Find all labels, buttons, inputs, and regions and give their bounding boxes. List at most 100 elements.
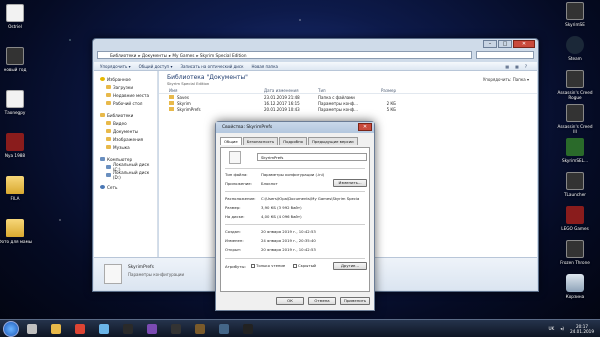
desktop-icon[interactable]: Корзина [556,274,594,299]
nav-item-label: Компьютер [107,156,133,162]
desktop-icon[interactable]: новый год [0,47,34,72]
toolbar-button[interactable]: Общий доступ ▾ [139,64,173,69]
nav-item-label: Недавние места [113,92,150,98]
taskbar-app-button[interactable] [165,321,187,336]
desktop-icon[interactable]: Фото для мамы [0,219,34,244]
nav-item-label: Документы [113,128,139,134]
tab-previous-versions[interactable]: Предыдущие версии [307,137,358,145]
desktop-icon[interactable]: Assassin's Creed Rogue [556,70,594,100]
label-location: Расположение: [225,196,256,201]
desktop-icon[interactable]: FILA [0,176,34,201]
desktop-icon[interactable]: TLauncher [556,172,594,197]
folder-icon [106,93,111,97]
start-button[interactable] [3,320,19,337]
green-icon [566,138,584,156]
app-icon [147,323,157,334]
app-icon [99,323,109,334]
minimize-button[interactable]: – [483,40,497,48]
file-size: 2 КБ [386,100,396,106]
maximize-button[interactable]: □ [498,40,512,48]
tab-security[interactable]: Безопасность [242,137,279,145]
desktop-icon[interactable]: Assassin's Creed III [556,104,594,134]
column-type[interactable]: Тип [318,88,366,93]
nav-item[interactable]: Избранное [94,75,157,83]
column-date[interactable]: Дата изменения [264,88,318,93]
nav-item[interactable]: Сеть [94,183,157,191]
breadcrumb-item[interactable]: ▸ Skyrim Special Edition [196,53,246,58]
taskbar-app-button[interactable] [69,321,91,336]
tab-details[interactable]: Подробно [279,137,307,145]
desktop-icon[interactable]: Steam [556,36,594,61]
apply-button[interactable]: Применить [340,297,370,305]
toolbar-button[interactable]: Записать на оптический диск [180,64,243,69]
desktop-icon[interactable]: LEGO Games [556,206,594,231]
desktop-icon[interactable]: SkyrimSE [556,2,594,27]
tab-general[interactable]: Общие [220,137,242,145]
column-name[interactable]: Имя [169,88,264,93]
column-size[interactable]: Размер [366,88,396,93]
nav-item[interactable]: Недавние места [94,91,157,99]
nav-item[interactable]: Изображения [94,135,157,143]
app-icon [219,323,229,334]
cancel-button[interactable]: Отмена [308,297,336,305]
app-icon [171,323,181,334]
taskbar-app-button[interactable] [21,321,43,336]
filename-input[interactable]: SkyrimPrefs [257,153,367,161]
help-icon[interactable]: ? [525,64,527,69]
ok-button[interactable]: ОК [276,297,304,305]
nav-item[interactable]: Музыка [94,143,157,151]
divider [225,191,365,192]
window-controls: – □ ✕ [483,40,535,48]
clock[interactable]: 20:17 24.01.2019 [570,324,594,334]
hidden-checkbox[interactable]: Скрытый [293,263,316,268]
divider [225,224,365,225]
folder-icon [106,137,111,141]
desktop-icon[interactable]: Nya 1988 [0,133,34,158]
file-list: Saves 23.01.2019 21:48 Папка с файлами Skyr… [159,94,537,112]
breadcrumb-item[interactable]: Библиотеки [110,53,136,58]
desktop-icon-label: TLauncher [563,192,587,197]
breadcrumb-item[interactable]: ▸ My Games [169,53,195,58]
desktop-icon-label: SkyrimSEL... [561,158,588,163]
toolbar-button[interactable]: Упорядочить ▾ [100,64,131,69]
nav-item[interactable]: Рабочий стол [94,99,157,107]
taskbar-app-button[interactable] [213,321,235,336]
desktop-icon[interactable]: SkyrimSEL... [556,138,594,163]
nav-item[interactable]: Библиотеки [94,111,157,119]
taskbar-app-button[interactable] [237,321,259,336]
nav-item[interactable]: Документы [94,127,157,135]
close-button[interactable]: ✕ [513,40,535,48]
breadcrumb-item[interactable]: ▸ Документы [138,53,167,58]
star-icon [100,77,105,81]
language-indicator[interactable]: UK [548,326,554,331]
desktop-icon[interactable]: Frozen Throne [556,240,594,265]
desktop-icon[interactable]: Таоnegpy [0,90,34,115]
doc-icon [6,4,24,22]
arrange-by-button[interactable]: Упорядочить: Папка ▾ [483,77,529,82]
change-button[interactable]: Изменить... [333,179,367,187]
app-icon [243,323,253,334]
taskbar-app-button[interactable] [45,321,67,336]
file-row[interactable]: SkyrimPrefs 20.01.2019 10:43 Параметры кон… [159,106,537,112]
label-application: Приложение: [225,181,252,186]
nav-item[interactable]: Загрузки [94,83,157,91]
search-input[interactable] [476,51,534,59]
preview-pane-icon[interactable]: ▦ [515,64,519,69]
other-attributes-button[interactable]: Другие... [333,262,367,270]
taskbar-app-button[interactable] [93,321,115,336]
volume-icon[interactable]: ◂) [560,326,564,331]
toolbar-button[interactable]: Новая папка [252,64,279,69]
address-bar[interactable]: Библиотеки ▸ Документы ▸ My Games ▸ Skyrim … [97,51,472,59]
taskbar-app-button[interactable] [189,321,211,336]
readonly-checkbox[interactable]: Только чтение [251,263,285,268]
desktop-icon[interactable]: Ostriel [0,4,34,29]
view-options-icon[interactable]: ▦ [505,64,509,69]
details-filename: SkyrimPrefs [128,265,154,270]
taskbar-app-button[interactable] [141,321,163,336]
taskbar-app-button[interactable] [117,321,139,336]
dialog-close-button[interactable]: ✕ [358,123,372,131]
app-icon [566,70,584,88]
nav-item[interactable]: Видео [94,119,157,127]
nav-item[interactable]: Локальный диск (D:) [94,170,157,180]
pc-icon [100,157,105,161]
